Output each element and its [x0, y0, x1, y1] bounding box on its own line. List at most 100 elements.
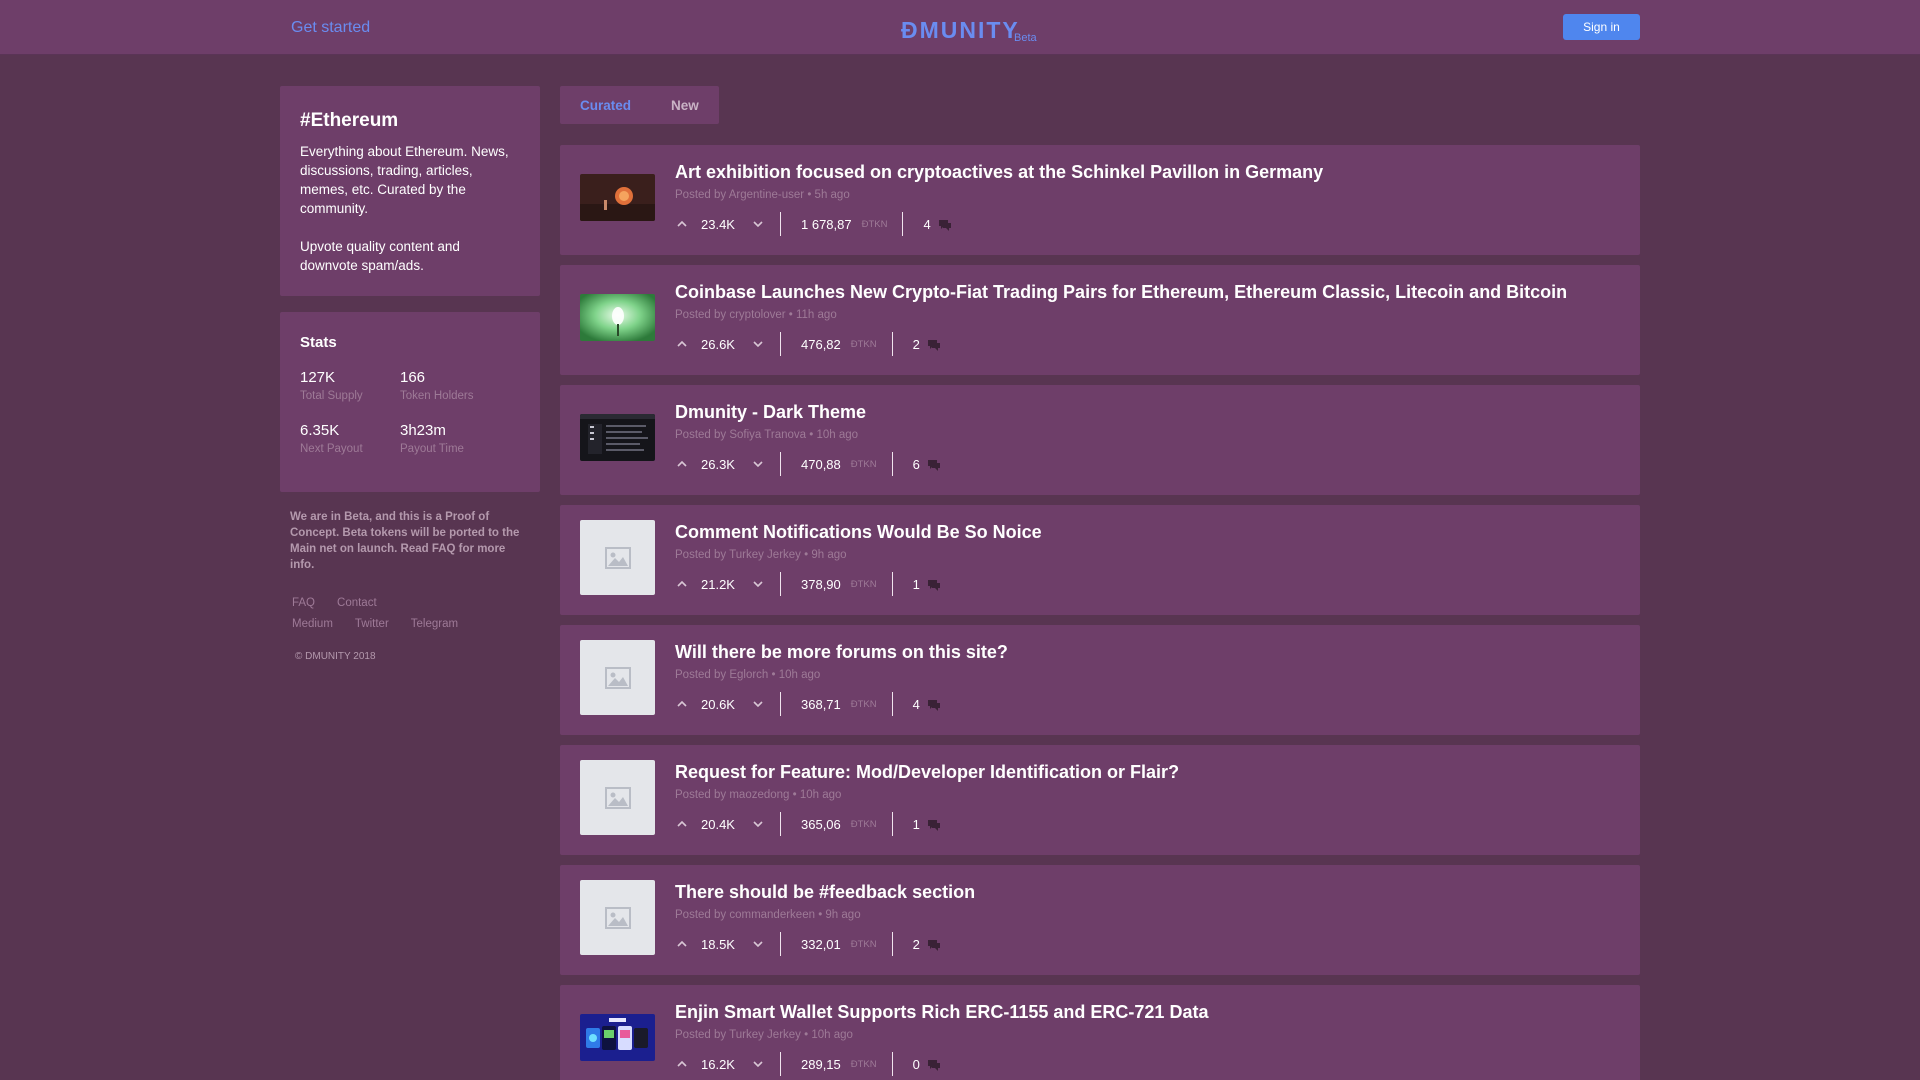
downvote-icon[interactable] [751, 817, 765, 831]
post-card[interactable]: Enjin Smart Wallet Supports Rich ERC-115… [560, 985, 1640, 1080]
post-card[interactable]: Coinbase Launches New Crypto-Fiat Tradin… [560, 265, 1640, 375]
comment-icon [927, 699, 940, 711]
post-card[interactable]: Dmunity - Dark Theme Posted by Sofiya Tr… [560, 385, 1640, 495]
stat-token-holders: 166 Token Holders [400, 369, 500, 402]
downvote-icon[interactable] [751, 1057, 765, 1071]
post-title[interactable]: Coinbase Launches New Crypto-Fiat Tradin… [675, 282, 1567, 303]
comments-link[interactable]: 2 [913, 937, 940, 952]
post-title[interactable]: Dmunity - Dark Theme [675, 402, 866, 423]
comments-link[interactable]: 0 [913, 1057, 940, 1072]
upvote-icon[interactable] [675, 217, 689, 231]
comment-count: 4 [923, 216, 931, 232]
comments-link[interactable]: 2 [913, 337, 940, 352]
community-note-text: Upvote quality content and downvote spam… [300, 239, 460, 273]
upvote-icon[interactable] [675, 577, 689, 591]
post-token-value: 378,90 [801, 576, 841, 592]
upvote-icon[interactable] [675, 1057, 689, 1071]
stat-value: 6.35K [300, 422, 340, 439]
divider [780, 332, 781, 356]
downvote-icon[interactable] [751, 457, 765, 471]
footer-link-twitter[interactable]: Twitter [355, 618, 389, 630]
token-unit: ÐTKN [850, 1058, 877, 1070]
post-card[interactable]: There should be #feedback section Posted… [560, 865, 1640, 975]
divider [780, 1052, 781, 1076]
footer-links: FAQ Contact Medium Twitter Telegram [292, 597, 532, 639]
footer-link-faq[interactable]: FAQ [292, 597, 315, 609]
upvote-icon[interactable] [675, 697, 689, 711]
stat-total-supply: 127K Total Supply [300, 369, 400, 402]
post-title[interactable]: Art exhibition focused on cryptoactives … [675, 162, 1323, 183]
upvote-icon[interactable] [675, 817, 689, 831]
post-thumbnail[interactable] [580, 640, 655, 715]
post-card[interactable]: Will there be more forums on this site? … [560, 625, 1640, 735]
post-title[interactable]: Comment Notifications Would Be So Noice [675, 522, 1042, 543]
post-meta: Posted by Turkey Jerkey • 10h ago [675, 1029, 853, 1041]
comment-count: 0 [912, 1056, 920, 1072]
tab-new[interactable]: New [651, 98, 719, 113]
divider [780, 212, 781, 236]
downvote-icon[interactable] [751, 577, 765, 591]
token-unit: ÐTKN [850, 938, 877, 950]
sign-in-button[interactable]: Sign in [1563, 14, 1640, 40]
divider [902, 212, 904, 236]
footer-link-contact[interactable]: Contact [337, 597, 377, 609]
upvote-icon[interactable] [675, 937, 689, 951]
post-token-value: 470,88 [801, 456, 841, 472]
footer-link-telegram[interactable]: Telegram [411, 618, 458, 630]
post-thumbnail[interactable] [580, 760, 655, 835]
downvote-icon[interactable] [751, 937, 765, 951]
post-card[interactable]: Comment Notifications Would Be So Noice … [560, 505, 1640, 615]
footer-link-medium[interactable]: Medium [292, 618, 333, 630]
post-score: 21.2K [701, 576, 735, 592]
post-thumbnail[interactable] [580, 294, 655, 341]
post-title[interactable]: Enjin Smart Wallet Supports Rich ERC-115… [675, 1002, 1208, 1023]
stat-payout-time: 3h23m Payout Time [400, 422, 500, 455]
community-description: Everything about Ethereum. News, discuss… [300, 142, 520, 275]
post-meta: Posted by Sofiya Tranova • 10h ago [675, 429, 859, 441]
post-title[interactable]: Request for Feature: Mod/Developer Ident… [675, 762, 1179, 783]
comments-link[interactable]: 6 [913, 457, 940, 472]
upvote-icon[interactable] [675, 337, 689, 351]
image-placeholder-icon [604, 546, 631, 569]
token-unit: ÐTKN [850, 458, 877, 470]
comment-icon [927, 459, 940, 471]
comments-link[interactable]: 4 [913, 697, 940, 712]
post-title[interactable]: There should be #feedback section [675, 882, 975, 903]
comment-icon [927, 939, 940, 951]
post-thumbnail[interactable] [580, 1014, 655, 1061]
post-thumbnail[interactable] [580, 174, 655, 221]
downvote-icon[interactable] [751, 697, 765, 711]
post-stats: 20.4K 365,06 ÐTKN 1 [675, 811, 940, 837]
divider [891, 332, 893, 356]
site-logo[interactable]: ÐMUNITY [901, 17, 1020, 44]
community-about-card: #Ethereum Everything about Ethereum. New… [280, 86, 540, 296]
divider [891, 812, 893, 836]
post-token-value: 1 678,87 [801, 216, 852, 232]
stat-label: Total Supply [300, 390, 363, 402]
downvote-icon[interactable] [751, 217, 765, 231]
post-meta: Posted by Eglorch • 10h ago [675, 669, 821, 681]
post-score: 16.2K [701, 1056, 735, 1072]
get-started-link[interactable]: Get started [291, 19, 370, 37]
comments-link[interactable]: 4 [923, 216, 951, 232]
tab-curated[interactable]: Curated [560, 98, 651, 113]
upvote-icon[interactable] [675, 457, 689, 471]
divider [891, 452, 893, 476]
comments-link[interactable]: 1 [913, 817, 940, 832]
comment-count: 1 [912, 576, 920, 592]
post-thumbnail[interactable] [580, 414, 655, 461]
divider [780, 452, 781, 476]
post-score: 20.6K [701, 696, 735, 712]
post-card[interactable]: Request for Feature: Mod/Developer Ident… [560, 745, 1640, 855]
comment-icon [927, 579, 940, 591]
post-title[interactable]: Will there be more forums on this site? [675, 642, 1008, 663]
post-card[interactable]: Art exhibition focused on cryptoactives … [560, 145, 1640, 255]
community-title: #Ethereum [300, 110, 399, 131]
divider [780, 692, 781, 716]
image-placeholder-icon [604, 906, 631, 929]
divider [891, 572, 893, 596]
post-thumbnail[interactable] [580, 880, 655, 955]
post-thumbnail[interactable] [580, 520, 655, 595]
downvote-icon[interactable] [751, 337, 765, 351]
comments-link[interactable]: 1 [913, 577, 940, 592]
